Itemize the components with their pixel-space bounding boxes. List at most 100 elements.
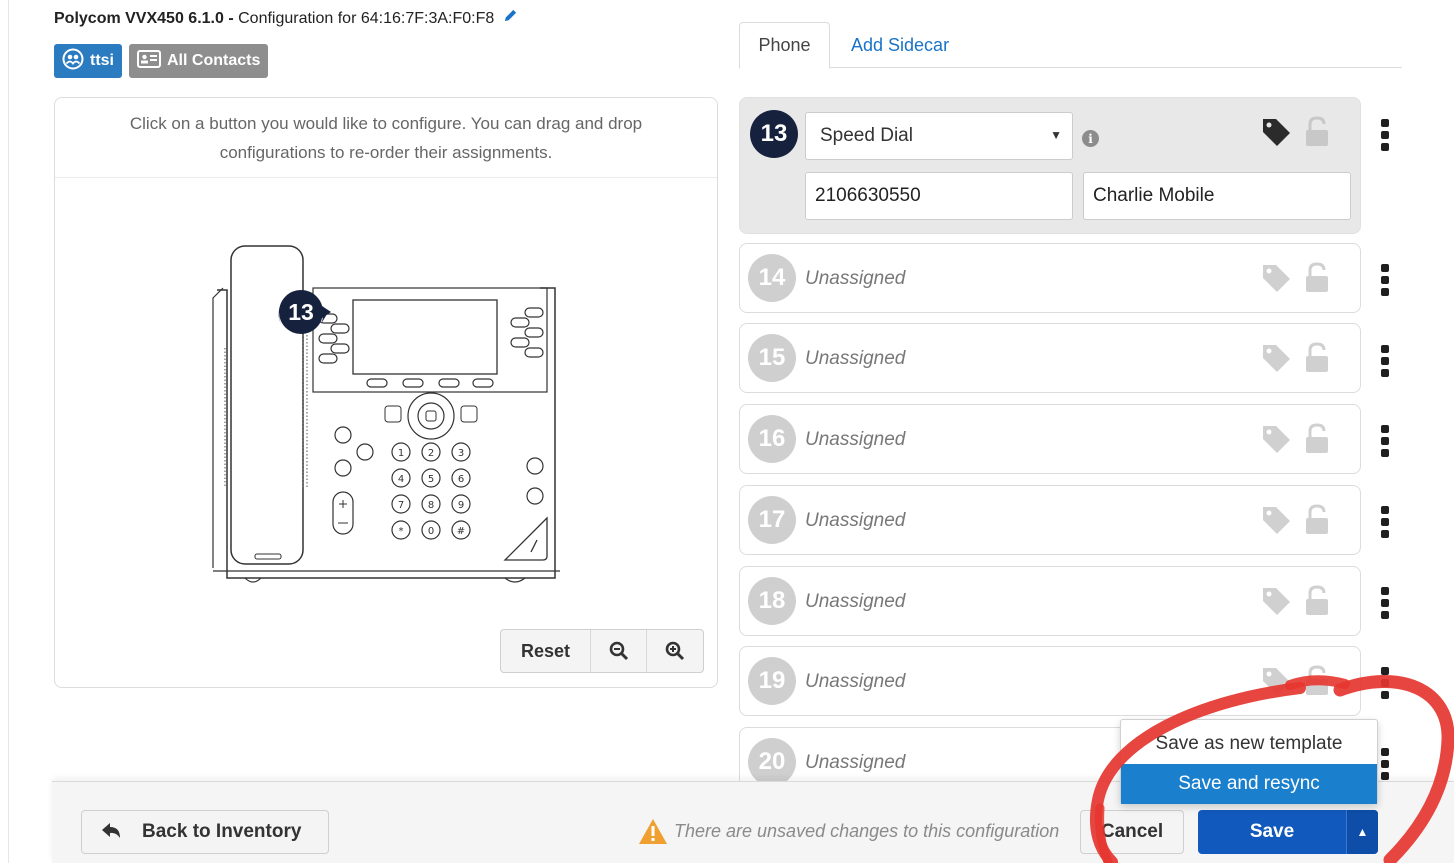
line-key-status: Unassigned (805, 671, 906, 692)
unlock-icon[interactable] (1304, 116, 1330, 148)
configurator-hint: Click on a button you would like to conf… (55, 98, 717, 178)
unlock-icon[interactable] (1304, 423, 1330, 455)
save-as-template-option[interactable]: Save as new template (1121, 724, 1377, 764)
all-contacts-label: All Contacts (167, 52, 261, 69)
tab-add-sidecar[interactable]: Add Sidecar (851, 22, 949, 68)
line-key-status: Unassigned (805, 348, 906, 369)
svg-text:5: 5 (428, 474, 434, 485)
config-mac-text: Configuration for 64:16:7F:3A:F0:F8 (238, 10, 495, 27)
svg-text:6: 6 (458, 474, 464, 485)
more-options-icon[interactable] (1380, 506, 1390, 538)
line-key-number: 18 (748, 577, 796, 625)
unlock-icon[interactable] (1304, 585, 1330, 617)
more-options-icon[interactable] (1380, 264, 1390, 296)
tag-icon[interactable] (1260, 116, 1292, 148)
svg-text:*: * (399, 526, 404, 537)
more-options-icon[interactable] (1380, 587, 1390, 619)
svg-text:#: # (457, 526, 465, 537)
badge-row: ttsi All Contacts (54, 44, 269, 78)
svg-text:3: 3 (458, 448, 464, 459)
phone-diagram-key-marker: 13 (288, 299, 314, 325)
line-key-status: Unassigned (805, 429, 906, 450)
device-model: Polycom VVX450 6.1.0 - (54, 10, 234, 27)
zoom-out-button[interactable] (591, 630, 647, 672)
save-and-resync-option[interactable]: Save and resync (1121, 764, 1377, 804)
back-to-inventory-button[interactable]: Back to Inventory (81, 810, 329, 854)
line-key-card[interactable]: 18 Unassigned (739, 566, 1361, 636)
zoom-in-button[interactable] (647, 630, 703, 672)
tag-icon[interactable] (1260, 262, 1292, 294)
zoom-controls: Reset (500, 629, 704, 673)
info-icon[interactable]: i (1082, 130, 1099, 147)
line-key-card-active[interactable]: 13 Speed Dial ▼ i 2106630550 Charlie Mob… (739, 97, 1361, 234)
line-key-card[interactable]: 16 Unassigned (739, 404, 1361, 474)
line-key-number: 14 (748, 254, 796, 302)
more-options-icon[interactable] (1380, 345, 1390, 377)
key-actions (1260, 262, 1330, 294)
left-divider (8, 0, 9, 863)
unlock-icon[interactable] (1304, 665, 1330, 697)
save-button[interactable]: Save (1198, 821, 1346, 843)
line-key-status: Unassigned (805, 510, 906, 531)
line-key-status: Unassigned (805, 591, 906, 612)
svg-text:9: 9 (458, 500, 464, 511)
unsaved-warning: There are unsaved changes to this config… (638, 818, 1059, 845)
phone-diagram[interactable]: 1 2 3 4 5 6 7 8 9 * 0 # 13 (205, 238, 575, 588)
key-actions (1260, 423, 1330, 455)
more-options-icon[interactable] (1380, 667, 1390, 699)
svg-text:1: 1 (398, 448, 404, 459)
save-options-menu: Save as new template Save and resync (1120, 719, 1378, 804)
line-key-number: 19 (748, 657, 796, 705)
device-tabs: Phone Add Sidecar (739, 22, 1402, 69)
more-options-icon[interactable] (1380, 748, 1390, 780)
svg-text:2: 2 (428, 448, 434, 459)
line-key-number: 15 (748, 334, 796, 382)
line-key-number: 13 (750, 110, 798, 158)
cancel-button[interactable]: Cancel (1080, 810, 1184, 854)
tag-icon[interactable] (1260, 585, 1292, 617)
group-badge[interactable]: ttsi (54, 44, 122, 78)
save-split-button: Save ▲ (1198, 810, 1378, 854)
line-key-number: 17 (748, 496, 796, 544)
back-to-inventory-label: Back to Inventory (142, 821, 302, 842)
line-key-card[interactable]: 19 Unassigned (739, 646, 1361, 716)
speed-dial-label-input[interactable]: Charlie Mobile (1083, 172, 1351, 220)
line-key-card[interactable]: 15 Unassigned (739, 323, 1361, 393)
phone-configurator-panel: Click on a button you would like to conf… (54, 97, 718, 688)
svg-text:4: 4 (398, 474, 404, 485)
unlock-icon[interactable] (1304, 504, 1330, 536)
unlock-icon[interactable] (1304, 262, 1330, 294)
reply-arrow-icon (100, 822, 122, 848)
more-options-icon[interactable] (1380, 425, 1390, 457)
line-key-card[interactable]: 17 Unassigned (739, 485, 1361, 555)
edit-pencil-icon[interactable] (503, 8, 518, 28)
line-key-card[interactable]: 14 Unassigned (739, 243, 1361, 313)
more-options-icon[interactable] (1380, 119, 1390, 151)
chevron-down-icon: ▼ (1050, 128, 1062, 142)
contact-card-icon (137, 49, 161, 73)
tag-icon[interactable] (1260, 423, 1292, 455)
speed-dial-number-input[interactable]: 2106630550 (805, 172, 1073, 220)
tag-icon[interactable] (1260, 342, 1292, 374)
caret-up-icon: ▲ (1356, 825, 1369, 839)
all-contacts-badge[interactable]: All Contacts (129, 44, 269, 78)
page-title: Polycom VVX450 6.1.0 - Configuration for… (54, 8, 518, 28)
line-key-number: 20 (748, 738, 796, 786)
key-actions (1260, 665, 1330, 697)
key-actions (1260, 504, 1330, 536)
key-type-select[interactable]: Speed Dial ▼ (805, 112, 1073, 160)
reset-zoom-button[interactable]: Reset (501, 630, 591, 672)
tag-icon[interactable] (1260, 665, 1292, 697)
line-key-status: Unassigned (805, 268, 906, 289)
zoom-in-icon (665, 641, 685, 661)
key-actions (1260, 342, 1330, 374)
svg-text:8: 8 (428, 500, 434, 511)
tab-phone[interactable]: Phone (739, 22, 830, 69)
group-badge-label: ttsi (90, 52, 114, 69)
line-key-status: Unassigned (805, 752, 906, 773)
tag-icon[interactable] (1260, 504, 1292, 536)
save-options-toggle[interactable]: ▲ (1346, 810, 1378, 854)
unlock-icon[interactable] (1304, 342, 1330, 374)
key-actions (1260, 585, 1330, 617)
warning-icon (639, 819, 667, 844)
